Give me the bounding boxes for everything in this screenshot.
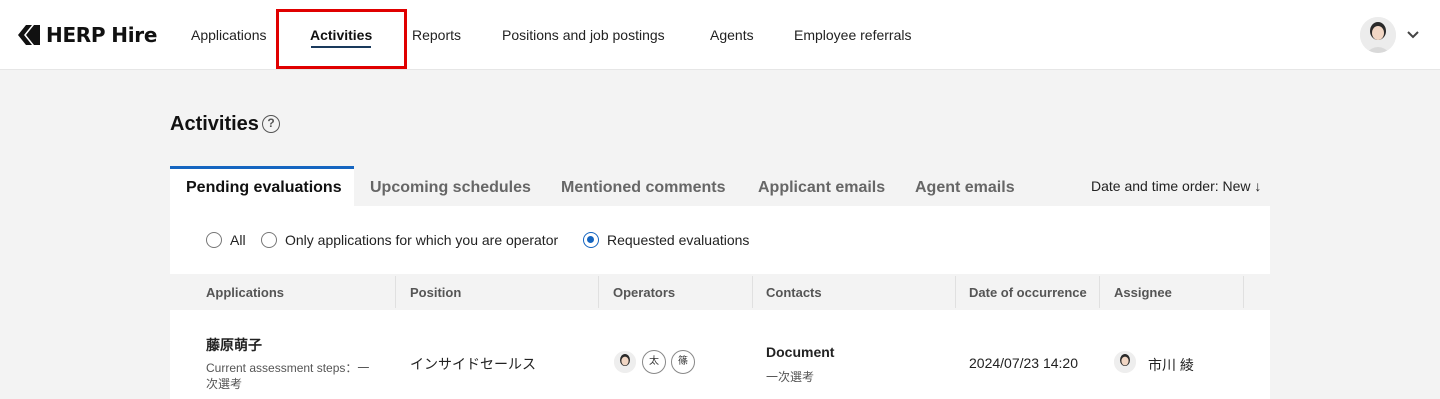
- contact-title: Document: [766, 344, 835, 360]
- nav-positions-and-job-postings[interactable]: Positions and job postings: [502, 26, 665, 44]
- column-operators[interactable]: Operators: [613, 285, 675, 300]
- column-assignee[interactable]: Assignee: [1114, 285, 1172, 300]
- column-divider: [1099, 276, 1100, 308]
- chevron-down-icon[interactable]: [1406, 28, 1420, 42]
- column-contacts[interactable]: Contacts: [766, 285, 822, 300]
- operator-avatar: [614, 351, 636, 373]
- tab-upcoming-schedules[interactable]: Upcoming schedules: [370, 179, 531, 197]
- assignee-avatar-icon: [1114, 351, 1136, 373]
- logo-text: HERP Hire: [46, 23, 158, 47]
- tab-applicant-emails[interactable]: Applicant emails: [758, 179, 885, 197]
- radio-requested-evaluations[interactable]: [583, 232, 599, 248]
- filter-operator-only[interactable]: Only applications for which you are oper…: [261, 232, 558, 248]
- table-header: [170, 274, 1270, 310]
- nav-employee-referrals[interactable]: Employee referrals: [794, 26, 912, 44]
- herp-hire-logo[interactable]: HERP Hire: [16, 22, 157, 48]
- operator-initial-badge: 篠: [671, 350, 695, 374]
- column-divider: [752, 276, 753, 308]
- top-navigation-bar: HERP Hire Applications Activities Reports…: [0, 0, 1440, 70]
- nav-reports[interactable]: Reports: [412, 26, 461, 44]
- operator-avatar-icon: [614, 351, 636, 373]
- filter-all-label: All: [230, 232, 246, 248]
- tab-pending-evaluations[interactable]: Pending evaluations: [186, 179, 342, 197]
- position-name: インサイドセールス: [410, 356, 536, 372]
- column-position[interactable]: Position: [410, 285, 461, 300]
- column-divider: [955, 276, 956, 308]
- highlight-box: [276, 9, 407, 69]
- radio-operator-only[interactable]: [261, 232, 277, 248]
- column-divider: [1243, 276, 1244, 308]
- contact-sub: 一次選考: [766, 370, 815, 384]
- filter-operator-only-label: Only applications for which you are oper…: [285, 232, 559, 248]
- applicant-name[interactable]: 藤原萌子: [206, 335, 262, 355]
- nav-agents[interactable]: Agents: [710, 26, 754, 44]
- radio-all[interactable]: [206, 232, 222, 248]
- tab-mentioned-comments[interactable]: Mentioned comments: [561, 179, 725, 197]
- herp-logo-icon: [18, 25, 40, 45]
- nav-applications[interactable]: Applications: [191, 26, 267, 44]
- assessment-step-line2: 次選考: [206, 377, 243, 391]
- column-divider: [598, 276, 599, 308]
- assessment-step-line1: Current assessment steps：一: [206, 361, 370, 375]
- page-title: Activities: [170, 113, 259, 135]
- user-avatar[interactable]: [1360, 17, 1396, 53]
- filter-requested-evaluations[interactable]: Requested evaluations: [583, 232, 749, 248]
- sort-order-button[interactable]: Date and time order: New ↓: [1091, 178, 1261, 194]
- column-applications[interactable]: Applications: [206, 285, 284, 300]
- assignee-name: 市川 綾: [1148, 357, 1194, 373]
- help-icon[interactable]: ?: [262, 115, 280, 133]
- filter-requested-evaluations-label: Requested evaluations: [607, 232, 750, 248]
- assignee-avatar: [1114, 351, 1136, 373]
- tab-agent-emails[interactable]: Agent emails: [915, 179, 1015, 197]
- date-of-occurrence: 2024/07/23 14:20: [969, 355, 1078, 371]
- operator-initial-badge: 太: [642, 350, 666, 374]
- user-avatar-icon: [1360, 17, 1396, 53]
- column-date-of-occurrence[interactable]: Date of occurrence: [969, 285, 1087, 300]
- column-divider: [395, 276, 396, 308]
- filter-all[interactable]: All: [206, 232, 246, 248]
